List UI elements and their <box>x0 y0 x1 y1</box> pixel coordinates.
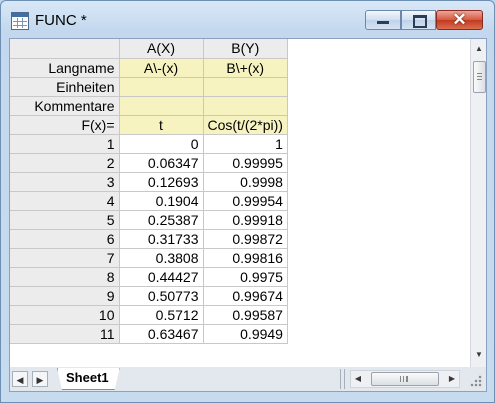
row-number[interactable]: 10 <box>10 305 120 325</box>
window-title: FUNC * <box>35 12 87 29</box>
cell-a-value[interactable]: 0.63467 <box>119 324 204 344</box>
row-number[interactable]: 6 <box>10 229 120 249</box>
cell-a-value[interactable]: 0.12693 <box>119 172 204 192</box>
table-row: 4 0.1904 0.99954 <box>10 191 288 211</box>
cell-a-value[interactable]: 0.31733 <box>119 229 204 249</box>
title-bar[interactable]: FUNC * ✕ <box>0 0 495 38</box>
cell-b-value[interactable]: 0.99587 <box>203 305 288 325</box>
column-header-b[interactable]: B(Y) <box>203 39 288 59</box>
cell-a-einheiten[interactable] <box>119 77 204 97</box>
row-number[interactable]: 8 <box>10 267 120 287</box>
cell-a-value[interactable]: 0.44427 <box>119 267 204 287</box>
row-number[interactable]: 11 <box>10 324 120 344</box>
resize-grip-icon[interactable] <box>468 373 482 387</box>
row-number[interactable]: 1 <box>10 134 120 154</box>
kommentare-row: Kommentare <box>10 96 288 116</box>
cell-a-value[interactable]: 0.50773 <box>119 286 204 306</box>
close-button[interactable]: ✕ <box>436 10 483 30</box>
scroll-left-icon[interactable]: ◀ <box>351 371 365 387</box>
cell-b-value[interactable]: 0.99954 <box>203 191 288 211</box>
data-rows: 1 0 1 2 0.06347 0.99995 3 0.12693 0.9998 4 0.1904 0… <box>10 134 288 344</box>
cell-b-value[interactable]: 0.99674 <box>203 286 288 306</box>
table-row: 7 0.3808 0.99816 <box>10 248 288 268</box>
previous-sheet-icon[interactable]: ◀ <box>12 371 28 387</box>
cell-a-value[interactable]: 0.1904 <box>119 191 204 211</box>
cell-a-value[interactable]: 0.5712 <box>119 305 204 325</box>
column-header-row: A(X) B(Y) <box>10 39 288 59</box>
row-label-fx[interactable]: F(x)= <box>10 115 120 135</box>
table-row: 11 0.63467 0.9949 <box>10 324 288 344</box>
table-row: 10 0.5712 0.99587 <box>10 305 288 325</box>
table-row: 6 0.31733 0.99872 <box>10 229 288 249</box>
row-label-langname[interactable]: Langname <box>10 58 120 78</box>
cell-b-value[interactable]: 1 <box>203 134 288 154</box>
cell-b-value[interactable]: 0.9998 <box>203 172 288 192</box>
row-number[interactable]: 3 <box>10 172 120 192</box>
vertical-scrollbar[interactable]: ▲ ▼ <box>470 39 486 367</box>
worksheet-icon <box>11 12 29 30</box>
scroll-up-icon[interactable]: ▲ <box>471 41 486 57</box>
horizontal-scroll-thumb[interactable] <box>371 372 439 386</box>
maximize-button[interactable] <box>401 10 436 30</box>
table-row: 2 0.06347 0.99995 <box>10 153 288 173</box>
row-number[interactable]: 5 <box>10 210 120 230</box>
table-row: 3 0.12693 0.9998 <box>10 172 288 192</box>
tab-splitter[interactable] <box>340 369 345 389</box>
tab-sheet1[interactable]: Sheet1 <box>57 368 120 390</box>
table-row: 8 0.44427 0.9975 <box>10 267 288 287</box>
cell-a-langname[interactable]: A\-(x) <box>119 58 204 78</box>
cell-a-value[interactable]: 0.25387 <box>119 210 204 230</box>
vertical-scroll-thumb[interactable] <box>473 61 486 93</box>
cell-b-formula[interactable]: Cos(t/(2*pi)) <box>203 115 288 135</box>
cell-b-value[interactable]: 0.99995 <box>203 153 288 173</box>
einheiten-row: Einheiten <box>10 77 288 97</box>
scroll-right-icon[interactable]: ▶ <box>445 371 459 387</box>
row-label-einheiten[interactable]: Einheiten <box>10 77 120 97</box>
table-row: 9 0.50773 0.99674 <box>10 286 288 306</box>
worksheet-table: A(X) B(Y) Langname A\-(x) B\+(x) Einheit… <box>10 39 288 344</box>
row-label-kommentare[interactable]: Kommentare <box>10 96 120 116</box>
cell-a-value[interactable]: 0 <box>119 134 204 154</box>
cell-a-kommentare[interactable] <box>119 96 204 116</box>
langname-row: Langname A\-(x) B\+(x) <box>10 58 288 78</box>
cell-b-einheiten[interactable] <box>203 77 288 97</box>
horizontal-scrollbar[interactable]: ◀ ▶ <box>350 370 460 388</box>
row-number[interactable]: 7 <box>10 248 120 268</box>
sheet-tab-bar: ◀ ▶ Sheet1 ◀ ▶ <box>9 367 487 392</box>
minimize-button[interactable] <box>365 10 401 30</box>
table-row: 5 0.25387 0.99918 <box>10 210 288 230</box>
cell-a-value[interactable]: 0.06347 <box>119 153 204 173</box>
cell-a-formula[interactable]: t <box>119 115 204 135</box>
cell-a-value[interactable]: 0.3808 <box>119 248 204 268</box>
row-number[interactable]: 4 <box>10 191 120 211</box>
cell-b-value[interactable]: 0.99918 <box>203 210 288 230</box>
table-row: 101 <box>10 134 288 154</box>
cell-b-value[interactable]: 0.9949 <box>203 324 288 344</box>
maximize-icon <box>413 15 427 28</box>
close-icon: ✕ <box>452 10 467 29</box>
formula-row: F(x)= t Cos(t/(2*pi)) <box>10 115 288 135</box>
next-sheet-icon[interactable]: ▶ <box>32 371 48 387</box>
column-header-a[interactable]: A(X) <box>119 39 204 59</box>
worksheet-grid[interactable]: A(X) B(Y) Langname A\-(x) B\+(x) Einheit… <box>9 38 487 368</box>
cell-b-value[interactable]: 0.99872 <box>203 229 288 249</box>
cell-b-value[interactable]: 0.99816 <box>203 248 288 268</box>
minimize-icon <box>377 21 389 24</box>
row-number[interactable]: 2 <box>10 153 120 173</box>
cell-b-kommentare[interactable] <box>203 96 288 116</box>
select-all-corner[interactable] <box>10 39 120 59</box>
cell-b-langname[interactable]: B\+(x) <box>203 58 288 78</box>
row-number[interactable]: 9 <box>10 286 120 306</box>
scroll-down-icon[interactable]: ▼ <box>471 347 486 363</box>
cell-b-value[interactable]: 0.9975 <box>203 267 288 287</box>
